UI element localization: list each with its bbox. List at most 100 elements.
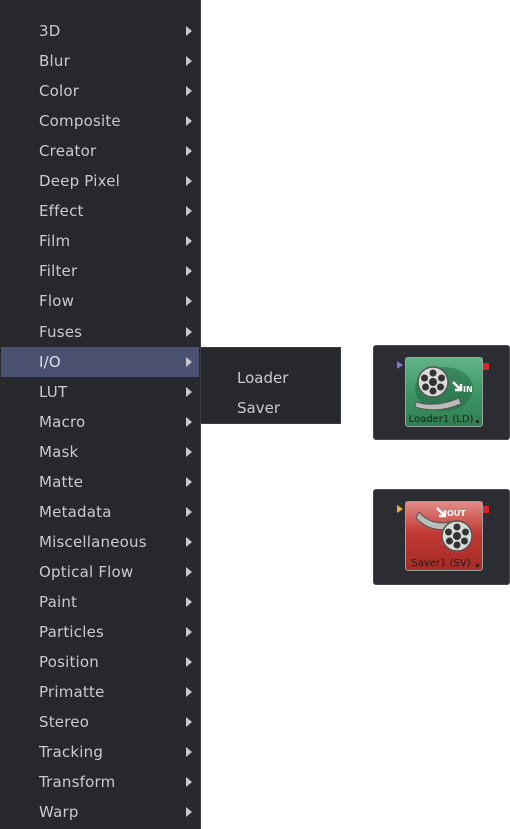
film-reel-icon: OUT — [415, 507, 473, 552]
output-port-icon[interactable] — [482, 363, 489, 370]
submenu-item-saver[interactable]: Saver — [201, 393, 340, 423]
menu-item-label: Transform — [39, 773, 116, 791]
saver-node[interactable]: OUT Saver1 (SV) — [405, 501, 483, 571]
menu-item-label: LUT — [39, 383, 68, 401]
menu-item-label: Warp — [39, 803, 79, 821]
submenu-arrow-icon — [186, 56, 192, 66]
menu-item-flow[interactable]: Flow — [1, 286, 199, 316]
menu-item-primatte[interactable]: Primatte — [1, 677, 199, 707]
menu-item-label: Composite — [39, 112, 121, 130]
io-submenu: Loader Saver — [200, 347, 341, 424]
menu-item-label: Mask — [39, 443, 79, 461]
menu-item-effect[interactable]: Effect — [1, 196, 199, 226]
submenu-arrow-icon — [186, 597, 192, 607]
submenu-arrow-icon — [186, 206, 192, 216]
submenu-arrow-icon — [186, 357, 192, 367]
submenu-arrow-icon — [186, 477, 192, 487]
submenu-arrow-icon — [186, 26, 192, 36]
menu-item-label: Filter — [39, 262, 78, 280]
menu-item-miscellaneous[interactable]: Miscellaneous — [1, 527, 199, 557]
menu-item-label: Film — [39, 232, 71, 250]
menu-item-label: 3D — [39, 22, 61, 40]
menu-item-label: Particles — [39, 623, 105, 641]
submenu-arrow-icon — [186, 417, 192, 427]
menu-item-paint[interactable]: Paint — [1, 587, 199, 617]
input-port-icon[interactable] — [397, 361, 403, 369]
submenu-item-label: Loader — [237, 369, 289, 387]
film-reel-icon: IN — [414, 366, 473, 411]
saver-node-panel: OUT Saver1 (SV) — [373, 489, 510, 585]
submenu-item-label: Saver — [237, 399, 280, 417]
submenu-arrow-icon — [186, 537, 192, 547]
menu-item-position[interactable]: Position — [1, 647, 199, 677]
menu-item-label: I/O — [39, 353, 61, 371]
submenu-arrow-icon — [186, 116, 192, 126]
menu-item-matte[interactable]: Matte — [1, 467, 199, 497]
submenu-arrow-icon — [186, 327, 192, 337]
menu-item-creator[interactable]: Creator — [1, 136, 199, 166]
menu-item-label: Matte — [39, 473, 84, 491]
menu-item-fuses[interactable]: Fuses — [1, 317, 199, 347]
menu-item-filter[interactable]: Filter — [1, 256, 199, 286]
input-port-icon[interactable] — [397, 505, 403, 513]
submenu-arrow-icon — [186, 176, 192, 186]
menu-item-label: Metadata — [39, 503, 112, 521]
menu-item-label: Fuses — [39, 323, 83, 341]
submenu-arrow-icon — [186, 657, 192, 667]
menu-item-mask[interactable]: Mask — [1, 437, 199, 467]
menu-item-metadata[interactable]: Metadata — [1, 497, 199, 527]
submenu-arrow-icon — [186, 236, 192, 246]
menu-item-particles[interactable]: Particles — [1, 617, 199, 647]
submenu-item-loader[interactable]: Loader — [201, 363, 340, 393]
submenu-arrow-icon — [186, 567, 192, 577]
loader-node-label: Loader1 (LD) — [408, 414, 474, 425]
menu-item-label: Stereo — [39, 713, 90, 731]
submenu-arrow-icon — [186, 687, 192, 697]
output-port-icon[interactable] — [482, 506, 489, 513]
menu-item-film[interactable]: Film — [1, 226, 199, 256]
menu-item-label: Paint — [39, 593, 78, 611]
menu-item-warp[interactable]: Warp — [1, 797, 199, 827]
menu-item-color[interactable]: Color — [1, 76, 199, 106]
submenu-arrow-icon — [186, 747, 192, 757]
node-badge: IN — [463, 385, 473, 394]
menu-item-label: Miscellaneous — [39, 533, 147, 551]
menu-item-tracking[interactable]: Tracking — [1, 737, 199, 767]
submenu-arrow-icon — [186, 86, 192, 96]
menu-item-i-o[interactable]: I/O — [1, 347, 199, 377]
menu-item-deep-pixel[interactable]: Deep Pixel — [1, 166, 199, 196]
menu-item-transform[interactable]: Transform — [1, 767, 199, 797]
menu-item-macro[interactable]: Macro — [1, 407, 199, 437]
submenu-arrow-icon — [186, 777, 192, 787]
loader-node-panel: IN Loader1 (LD) — [373, 345, 510, 440]
submenu-arrow-icon — [186, 387, 192, 397]
menu-item-stereo[interactable]: Stereo — [1, 707, 199, 737]
menu-item-label: Effect — [39, 202, 84, 220]
node-status-dot — [476, 420, 479, 423]
menu-item-optical-flow[interactable]: Optical Flow — [1, 557, 199, 587]
menu-item-composite[interactable]: Composite — [1, 106, 199, 136]
menu-item-label: Primatte — [39, 683, 105, 701]
submenu-arrow-icon — [186, 266, 192, 276]
tools-menu: 3D Blur Color Composite Creator Deep Pixel Eff… — [0, 0, 201, 829]
node-badge: OUT — [447, 509, 466, 518]
submenu-arrow-icon — [186, 507, 192, 517]
submenu-arrow-icon — [186, 627, 192, 637]
menu-item-label: Color — [39, 82, 80, 100]
menu-item-blur[interactable]: Blur — [1, 46, 199, 76]
menu-item-label: Creator — [39, 142, 97, 160]
submenu-arrow-icon — [186, 296, 192, 306]
submenu-arrow-icon — [186, 447, 192, 457]
menu-item-label: Optical Flow — [39, 563, 134, 581]
submenu-arrow-icon — [186, 807, 192, 817]
loader-node[interactable]: IN Loader1 (LD) — [405, 357, 483, 427]
node-status-dot — [476, 564, 479, 567]
submenu-arrow-icon — [186, 146, 192, 156]
menu-item-label: Position — [39, 653, 100, 671]
menu-item-label: Macro — [39, 413, 86, 431]
menu-item-label: Deep Pixel — [39, 172, 120, 190]
menu-item-label: Blur — [39, 52, 70, 70]
menu-item-label: Flow — [39, 292, 75, 310]
menu-item-lut[interactable]: LUT — [1, 377, 199, 407]
menu-item-3d[interactable]: 3D — [1, 16, 199, 46]
